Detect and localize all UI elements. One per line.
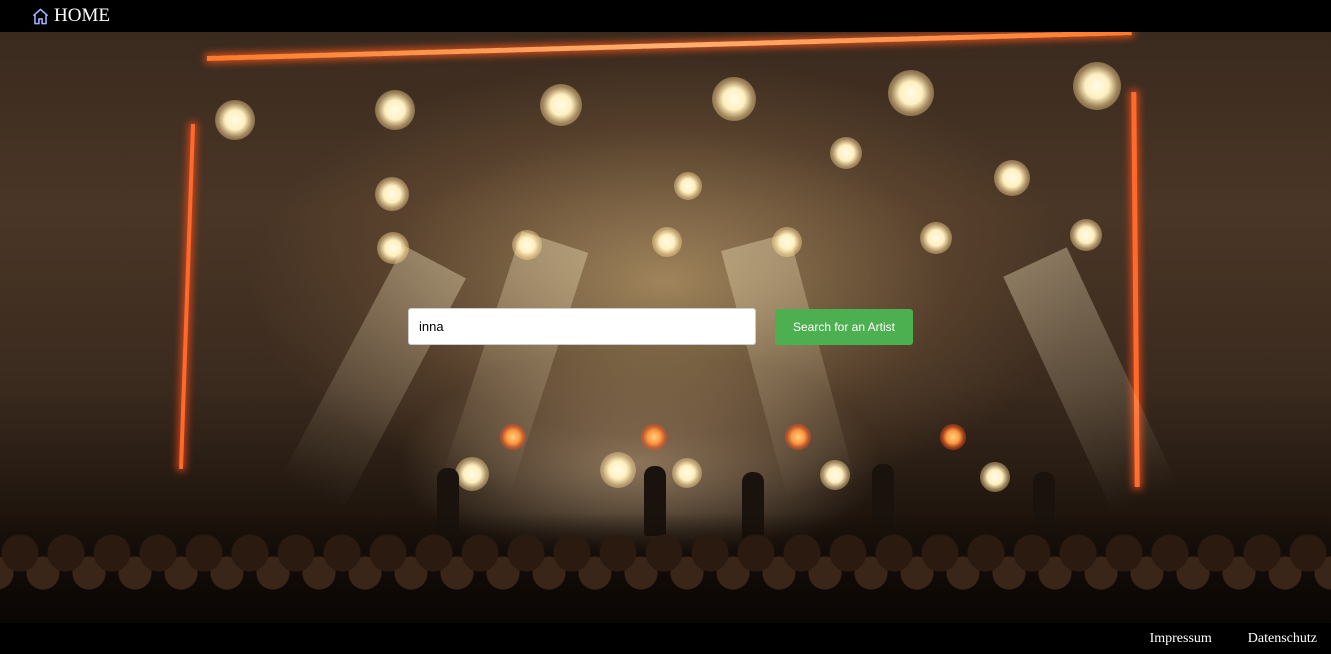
stage-spotlight xyxy=(652,227,682,257)
stage-spotlight-red xyxy=(500,424,526,450)
light-beam xyxy=(1003,247,1177,513)
stage-spotlight xyxy=(980,462,1010,492)
home-link[interactable]: HOME xyxy=(31,5,110,27)
stage-spotlight xyxy=(712,77,756,121)
top-navbar: HOME xyxy=(0,0,1331,32)
artist-search-input[interactable] xyxy=(408,308,756,345)
footer-bar: Impressum Datenschutz xyxy=(0,623,1331,654)
stage-spotlight xyxy=(920,222,952,254)
stage-spotlight xyxy=(375,177,409,211)
stage-light-frame-top xyxy=(206,32,1132,61)
stage-spotlight-red xyxy=(785,424,811,450)
stage-spotlight xyxy=(672,458,702,488)
stage-spotlight xyxy=(512,230,542,260)
stage-spotlight xyxy=(455,457,489,491)
search-artist-button[interactable]: Search for an Artist xyxy=(775,309,913,345)
stage-spotlight-red xyxy=(940,424,966,450)
home-label: HOME xyxy=(54,5,110,26)
stage-spotlight xyxy=(377,232,409,264)
crowd-silhouette xyxy=(0,513,1331,623)
stage-spotlight xyxy=(888,70,934,116)
stage-spotlight xyxy=(215,100,255,140)
stage-spotlight xyxy=(994,160,1030,196)
stage-spotlight xyxy=(772,227,802,257)
light-beam xyxy=(282,245,466,508)
stage-spotlight xyxy=(540,84,582,126)
stage-spotlight xyxy=(375,90,415,130)
stage-spotlight xyxy=(830,137,862,169)
stage-spotlight xyxy=(1073,62,1121,110)
stage-spotlight xyxy=(600,452,636,488)
stage-light-frame-left xyxy=(178,124,196,469)
impressum-link[interactable]: Impressum xyxy=(1150,631,1212,647)
stage-spotlight xyxy=(1070,219,1102,251)
stage-spotlight-red xyxy=(641,424,667,450)
stage-spotlight xyxy=(820,460,850,490)
home-icon xyxy=(32,8,49,24)
stage-spotlight xyxy=(674,172,702,200)
datenschutz-link[interactable]: Datenschutz xyxy=(1248,631,1317,647)
